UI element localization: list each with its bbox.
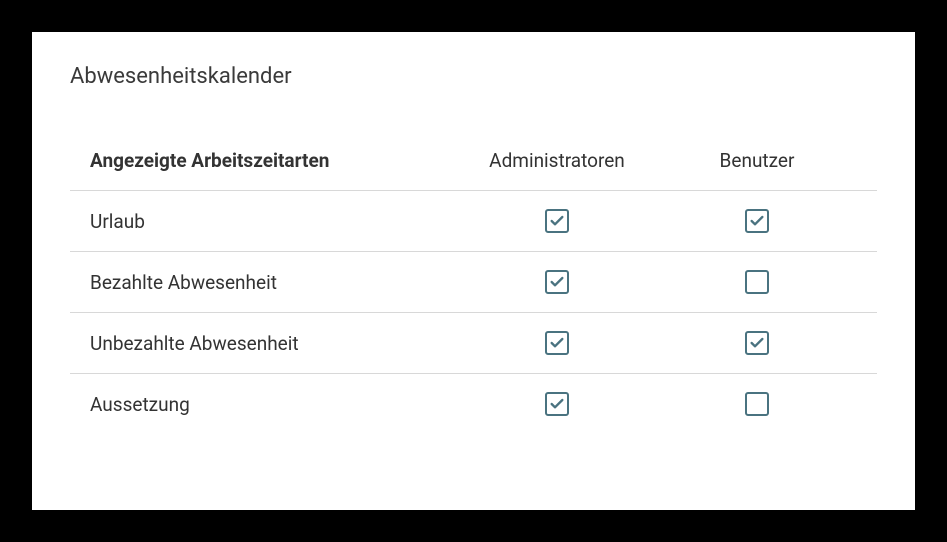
row-label: Bezahlte Abwesenheit [90, 271, 457, 294]
cell-user [657, 270, 857, 294]
absence-calendar-panel: Abwesenheitskalender Angezeigte Arbeitsz… [32, 32, 915, 510]
table-header-row: Angezeigte Arbeitszeitarten Administrato… [70, 131, 877, 191]
cell-user [657, 392, 857, 416]
table-row: Aussetzung [70, 374, 877, 434]
checkbox-admin-aussetzung[interactable] [545, 392, 569, 416]
cell-admin [457, 209, 657, 233]
header-user: Benutzer [657, 149, 857, 172]
cell-admin [457, 392, 657, 416]
cell-user [657, 331, 857, 355]
checkbox-user-bezahlte[interactable] [745, 270, 769, 294]
row-label: Aussetzung [90, 393, 457, 416]
worktime-table: Angezeigte Arbeitszeitarten Administrato… [70, 131, 877, 434]
header-admin: Administratoren [457, 149, 657, 172]
checkbox-user-urlaub[interactable] [745, 209, 769, 233]
checkbox-user-unbezahlte[interactable] [745, 331, 769, 355]
checkbox-admin-urlaub[interactable] [545, 209, 569, 233]
cell-admin [457, 270, 657, 294]
table-row: Unbezahlte Abwesenheit [70, 313, 877, 374]
header-label: Angezeigte Arbeitszeitarten [90, 149, 457, 172]
row-label: Unbezahlte Abwesenheit [90, 332, 457, 355]
row-label: Urlaub [90, 210, 457, 233]
cell-user [657, 209, 857, 233]
checkbox-user-aussetzung[interactable] [745, 392, 769, 416]
table-row: Bezahlte Abwesenheit [70, 252, 877, 313]
panel-title: Abwesenheitskalender [70, 64, 877, 89]
table-row: Urlaub [70, 191, 877, 252]
checkbox-admin-unbezahlte[interactable] [545, 331, 569, 355]
checkbox-admin-bezahlte[interactable] [545, 270, 569, 294]
cell-admin [457, 331, 657, 355]
